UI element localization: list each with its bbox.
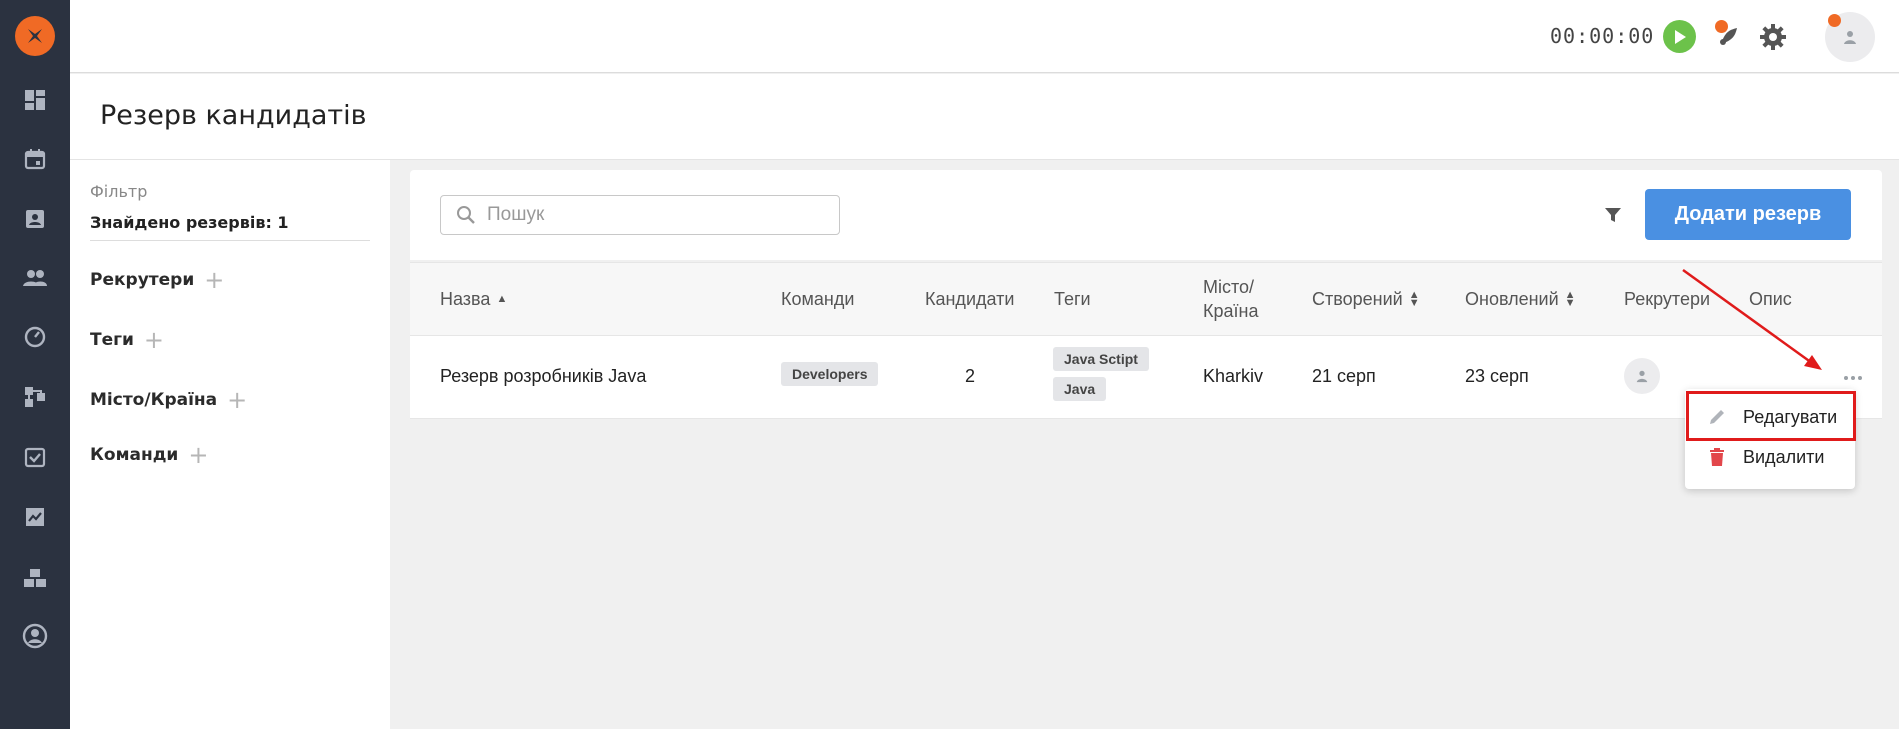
toolbar-card: Додати резерв <box>410 170 1882 260</box>
filter-recruiters[interactable]: Рекрутери + <box>90 268 224 292</box>
divider <box>90 240 370 241</box>
col-tags: Теги <box>1054 289 1091 309</box>
menu-delete-label: Видалити <box>1743 446 1825 467</box>
play-icon <box>1674 29 1686 44</box>
timer-display: 00:00:00 <box>1550 24 1655 48</box>
filter-recruiters-label: Рекрутери <box>90 270 195 290</box>
table-row[interactable]: Резерв розробників Java Developers 2 Jav… <box>410 336 1882 419</box>
col-name[interactable]: Назва ▲ <box>440 287 507 311</box>
candidates-count: 2 <box>965 366 976 386</box>
filter-tags-label: Теги <box>90 330 134 350</box>
sort-icon: ▲ ▼ <box>1408 289 1420 309</box>
avatar-status-dot <box>1828 14 1841 27</box>
col-candidates: Кандидати <box>925 289 1015 309</box>
col-city-line2: Країна <box>1203 301 1259 321</box>
col-created[interactable]: Створений ▲ ▼ <box>1312 287 1420 311</box>
tag-badge: Java <box>1053 377 1107 401</box>
app-logo[interactable] <box>15 16 55 56</box>
menu-delete[interactable]: Видалити <box>1685 437 1855 477</box>
recruiter-avatar <box>1624 358 1660 394</box>
filter-city-label: Місто/Країна <box>90 390 218 410</box>
funnel-icon <box>1605 208 1621 222</box>
col-city: Місто/ Країна <box>1203 275 1258 323</box>
notifications-button[interactable] <box>1711 20 1745 54</box>
col-teams: Команди <box>781 289 855 309</box>
users-icon[interactable] <box>21 264 49 292</box>
filter-button[interactable] <box>1600 202 1626 228</box>
settings-button[interactable] <box>1756 20 1790 54</box>
team-badge: Developers <box>781 362 879 386</box>
calendar-icon[interactable] <box>21 145 49 173</box>
col-name-label: Назва <box>440 289 491 309</box>
more-actions-button[interactable] <box>1838 372 1868 384</box>
trash-icon <box>1705 445 1729 469</box>
page-title: Резерв кандидатів <box>100 100 367 131</box>
add-recruiter-filter-icon[interactable]: + <box>204 268 224 292</box>
speedometer-icon[interactable] <box>21 323 49 351</box>
col-city-line1: Місто/ <box>1203 277 1255 297</box>
user-icon <box>1636 370 1648 383</box>
table-header: Назва ▲ Команди Кандидати Теги Місто/ Кр… <box>410 262 1882 336</box>
sort-icon: ▲ ▼ <box>1564 289 1576 309</box>
tasks-icon[interactable] <box>21 443 49 471</box>
reserve-name[interactable]: Резерв розробників Java <box>440 366 646 387</box>
col-recruiters: Рекрутери <box>1624 289 1711 309</box>
updated-date: 23 серп <box>1465 366 1529 386</box>
analytics-icon[interactable] <box>21 503 49 531</box>
col-updated[interactable]: Оновлений ▲ ▼ <box>1465 287 1576 311</box>
dot <box>1844 376 1848 380</box>
filter-tags[interactable]: Теги + <box>90 328 164 352</box>
add-tag-filter-icon[interactable]: + <box>144 328 164 352</box>
add-city-filter-icon[interactable]: + <box>227 388 247 412</box>
col-created-label: Створений <box>1312 289 1403 309</box>
col-description: Опис <box>1749 289 1792 309</box>
gear-icon <box>1760 24 1786 50</box>
user-icon <box>1844 31 1856 44</box>
search-icon <box>457 206 475 224</box>
col-updated-label: Оновлений <box>1465 289 1559 309</box>
filter-city[interactable]: Місто/Країна + <box>90 388 247 412</box>
dot <box>1851 376 1855 380</box>
filter-teams-label: Команди <box>90 445 179 465</box>
contacts-icon[interactable] <box>21 205 49 233</box>
created-date: 21 серп <box>1312 366 1376 386</box>
filter-label: Фільтр <box>90 182 148 201</box>
city-value: Kharkiv <box>1203 366 1264 386</box>
dashboard-icon[interactable] <box>21 86 49 114</box>
sort-asc-icon: ▲ <box>496 293 508 305</box>
add-team-filter-icon[interactable]: + <box>188 443 208 467</box>
filter-panel: Фільтр Знайдено резервів: 1 Рекрутери + Т… <box>70 160 390 729</box>
dot <box>1858 376 1862 380</box>
workflow-icon[interactable] <box>21 383 49 411</box>
logo-icon <box>28 29 42 43</box>
page-header: Резерв кандидатів <box>70 74 1899 160</box>
notification-dot <box>1715 20 1728 33</box>
found-count: Знайдено резервів: 1 <box>90 213 289 232</box>
topbar: 00:00:00 <box>70 0 1899 73</box>
tag-badge: Java Sctipt <box>1053 347 1149 371</box>
search-input[interactable] <box>487 204 817 226</box>
profile-icon[interactable] <box>21 622 49 650</box>
search-field[interactable] <box>440 195 840 235</box>
filter-teams[interactable]: Команди + <box>90 443 208 467</box>
highlight-box <box>1686 391 1856 441</box>
boxes-icon[interactable] <box>21 563 49 591</box>
add-reserve-button[interactable]: Додати резерв <box>1645 189 1851 240</box>
play-button[interactable] <box>1663 20 1696 53</box>
left-nav <box>0 0 70 729</box>
